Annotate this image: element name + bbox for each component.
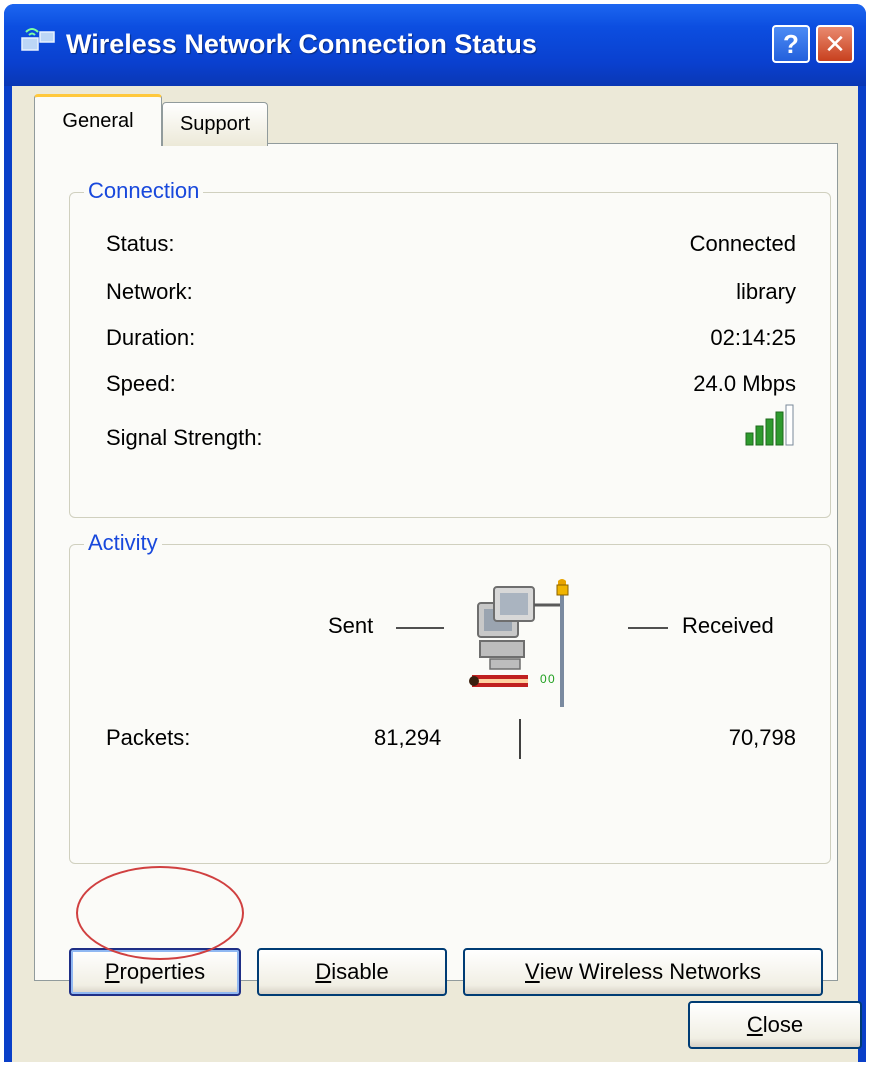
status-label: Status: [106, 231, 175, 256]
close-window-button[interactable]: ✕ [816, 25, 854, 63]
properties-button-accel: P [104, 959, 120, 984]
dialog-body: General Support Connection Status: Conne… [12, 86, 862, 1062]
title-bar[interactable]: Wireless Network Connection Status ? ✕ [4, 4, 866, 86]
connection-group-label: Connection [84, 178, 204, 204]
duration-value: 02:14:25 [710, 325, 796, 350]
view-wireless-networks-accel: V [525, 959, 540, 984]
properties-button[interactable]: Properties [69, 948, 241, 996]
help-button[interactable]: ? [772, 25, 810, 63]
svg-text:0: 0 [540, 672, 547, 686]
help-icon: ? [783, 28, 799, 59]
connection-group: Connection Status: Connected Network: li… [69, 178, 831, 518]
status-dialog: Wireless Network Connection Status ? ✕ G… [4, 4, 866, 1062]
status-value: Connected [689, 231, 796, 256]
signal-strength-label: Signal Strength: [106, 425, 263, 450]
sent-label: Sent [328, 613, 374, 638]
received-label: Received [682, 613, 774, 638]
signal-bar [755, 425, 764, 446]
properties-button-label: roperties [119, 959, 206, 984]
speed-label: Speed: [106, 371, 176, 396]
signal-bar [775, 411, 784, 446]
signal-bar [785, 404, 794, 446]
disable-button-label: isable [331, 959, 389, 984]
network-activity-icon: 0 0 [469, 579, 569, 707]
signal-strength-bars [745, 404, 794, 446]
network-label: Network: [106, 279, 193, 304]
duration-label: Duration: [106, 325, 196, 350]
signal-bar [745, 432, 754, 446]
close-button-accel: C [746, 1012, 763, 1037]
close-button-label: lose [762, 1012, 804, 1037]
close-icon: ✕ [824, 28, 846, 59]
activity-group: Activity Sent 0 0 Received Packets: 81,2… [69, 530, 831, 864]
packets-separator [519, 719, 521, 759]
view-wireless-networks-label: iew Wireless Networks [539, 959, 761, 984]
disable-button[interactable]: Disable [257, 948, 447, 996]
packets-received-value: 70,798 [728, 725, 796, 750]
sent-line [396, 627, 444, 629]
general-tab-panel: Connection Status: Connected Network: li… [34, 143, 838, 996]
window-title: Wireless Network Connection Status [66, 29, 537, 59]
packets-sent-value: 81,294 [374, 725, 442, 750]
network-value: library [736, 279, 796, 304]
tab-support-label: Support [179, 113, 251, 135]
packets-label: Packets: [106, 725, 191, 750]
wireless-network-icon [21, 28, 55, 51]
signal-bar [765, 418, 774, 446]
disable-button-accel: D [315, 959, 332, 984]
view-wireless-networks-button[interactable]: View Wireless Networks [463, 948, 823, 996]
tab-general-label: General [62, 110, 134, 132]
close-button[interactable]: Close [688, 1001, 862, 1049]
tab-support[interactable]: Support [162, 102, 268, 146]
received-line [628, 627, 668, 629]
tab-general[interactable]: General [34, 94, 162, 146]
speed-value: 24.0 Mbps [693, 371, 796, 396]
activity-group-label: Activity [84, 530, 162, 556]
svg-text:0: 0 [548, 672, 555, 686]
